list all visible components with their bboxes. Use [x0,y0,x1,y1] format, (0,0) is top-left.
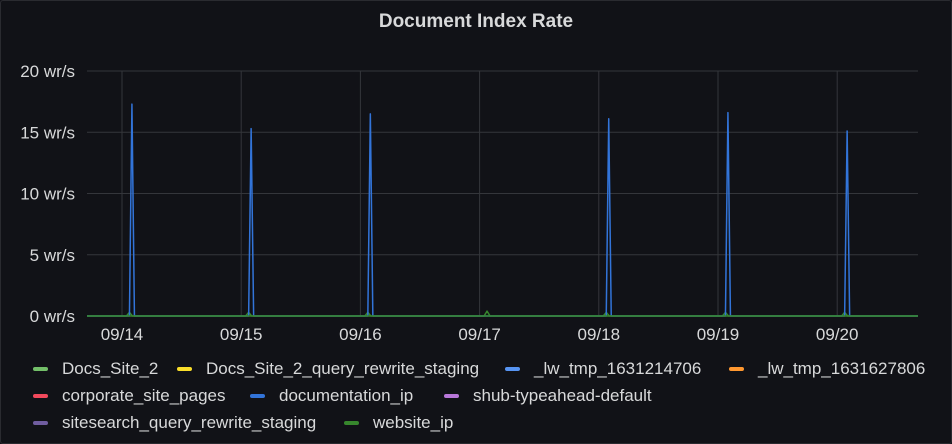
series-lines [87,103,918,317]
legend-label: _lw_tmp_1631627806 [758,359,926,378]
y-tick-label: 20 wr/s [20,62,75,81]
legend-row-2: corporate_site_pages documentation_ip sh… [33,386,948,413]
x-tick-label: 09/20 [816,325,859,344]
legend-swatch [505,367,520,371]
legend-label: sitesearch_query_rewrite_staging [62,413,317,432]
legend-label: website_ip [373,413,454,432]
legend-label: documentation_ip [279,386,414,405]
y-tick-label: 15 wr/s [20,123,75,142]
y-tick-label: 5 wr/s [30,246,75,265]
legend-swatch [444,394,459,398]
legend-label: _lw_tmp_1631214706 [534,359,702,378]
legend-item-docs-site-2-query-rewrite-staging[interactable]: Docs_Site_2_query_rewrite_staging [177,359,479,379]
legend-label: shub-typeahead-default [473,386,652,405]
legend-swatch [33,394,48,398]
legend-item-sitesearch-query-rewrite-staging[interactable]: sitesearch_query_rewrite_staging [33,413,316,433]
legend-swatch [344,421,359,425]
legend-row-3: sitesearch_query_rewrite_staging website… [33,413,948,440]
y-tick-label: 10 wr/s [20,185,75,204]
x-tick-label: 09/14 [101,325,144,344]
chart-plot[interactable]: 0 wr/s5 wr/s10 wr/s15 wr/s20 wr/s 09/14 0… [1,1,952,353]
gridlines [87,70,918,316]
legend-label: Docs_Site_2_query_rewrite_staging [206,359,480,378]
x-tick-label: 09/18 [578,325,621,344]
y-tick-label: 0 wr/s [30,307,75,326]
y-axis-labels: 0 wr/s 5 wr/s 10 wr/s 15 wr/s 20 wr/s [20,62,75,326]
legend-item-website-ip[interactable]: website_ip [344,413,453,433]
legend-item-docs-site-2[interactable]: Docs_Site_2 [33,359,158,379]
legend-row-1: Docs_Site_2 Docs_Site_2_query_rewrite_st… [33,359,948,386]
legend-item-documentation-ip[interactable]: documentation_ip [250,386,413,406]
legend-swatch [250,394,265,398]
x-axis-labels: 09/14 09/15 09/16 09/17 09/18 09/19 09/20 [101,325,859,344]
x-tick-label: 09/16 [339,325,382,344]
x-tick-label: 09/15 [220,325,263,344]
legend-item-shub-typeahead-default[interactable]: shub-typeahead-default [444,386,652,406]
series-line-documentation_ip [87,103,918,317]
legend-swatch [177,367,192,371]
x-tick-label: 09/19 [697,325,740,344]
legend: Docs_Site_2 Docs_Site_2_query_rewrite_st… [33,359,948,440]
legend-swatch [729,367,744,371]
legend-swatch [33,421,48,425]
x-tick-label: 09/17 [458,325,501,344]
graph-panel: Document Index Rate 0 wr/s 5 wr/s 10 wr/s 1… [0,0,952,444]
legend-label: Docs_Site_2 [62,359,159,378]
legend-item-lw-tmp-1631214706[interactable]: _lw_tmp_1631214706 [505,359,701,379]
legend-label: corporate_site_pages [62,386,226,405]
legend-item-corporate-site-pages[interactable]: corporate_site_pages [33,386,226,406]
legend-swatch [33,367,48,371]
legend-item-lw-tmp-1631627806[interactable]: _lw_tmp_1631627806 [729,359,925,379]
